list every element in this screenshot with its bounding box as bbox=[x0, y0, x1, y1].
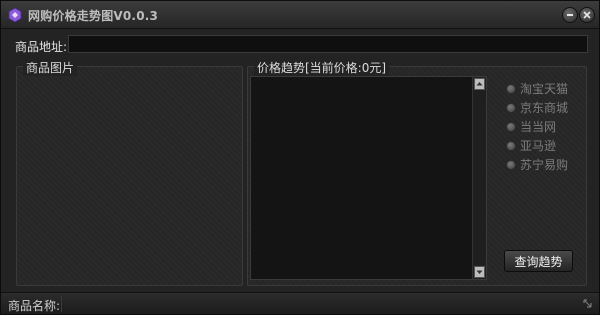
arrow-down-icon bbox=[476, 270, 483, 274]
store-label: 淘宝天猫 bbox=[520, 82, 569, 96]
store-radio-group: 淘宝天猫 京东商城 当当网 亚马逊 苏宁易购 bbox=[506, 79, 568, 174]
radio-button-icon[interactable] bbox=[506, 159, 516, 170]
arrow-up-icon bbox=[476, 82, 483, 86]
price-trend-display[interactable] bbox=[250, 76, 487, 280]
store-option-amazon[interactable]: 亚马逊 bbox=[506, 136, 568, 155]
main-window: 网购价格走势图V0.0.3 商品地址: 商品图片 价格趋势[当前价格:0元] 淘… bbox=[0, 0, 600, 315]
title-bar[interactable]: 网购价格走势图V0.0.3 bbox=[1, 1, 599, 29]
price-trend-title: 价格趋势[当前价格:0元] bbox=[254, 59, 390, 76]
store-option-suning[interactable]: 苏宁易购 bbox=[506, 155, 568, 174]
store-option-jd[interactable]: 京东商城 bbox=[506, 98, 568, 117]
product-image-panel: 商品图片 bbox=[16, 59, 243, 286]
vertical-scrollbar[interactable] bbox=[472, 77, 486, 279]
store-option-taobao[interactable]: 淘宝天猫 bbox=[506, 79, 568, 98]
resize-grip-icon[interactable] bbox=[582, 298, 593, 309]
store-label: 苏宁易购 bbox=[520, 158, 569, 172]
product-url-label: 商品地址: bbox=[15, 40, 68, 54]
close-icon bbox=[583, 11, 591, 19]
close-button[interactable] bbox=[579, 7, 595, 23]
store-label: 亚马逊 bbox=[520, 139, 557, 153]
product-image-title: 商品图片 bbox=[23, 59, 78, 76]
radio-button-icon[interactable] bbox=[506, 140, 516, 151]
store-option-dangdang[interactable]: 当当网 bbox=[506, 117, 568, 136]
status-bar: 商品名称: bbox=[1, 292, 599, 314]
store-label: 京东商城 bbox=[520, 101, 569, 115]
minimize-button[interactable] bbox=[562, 7, 578, 23]
status-divider bbox=[61, 296, 62, 312]
store-label: 当当网 bbox=[520, 120, 557, 134]
scroll-up-button[interactable] bbox=[474, 78, 485, 90]
window-title: 网购价格走势图V0.0.3 bbox=[28, 9, 159, 23]
product-url-input[interactable] bbox=[68, 35, 588, 53]
query-trend-button[interactable]: 查询趋势 bbox=[504, 250, 573, 272]
app-logo-icon bbox=[7, 7, 23, 23]
minimize-icon bbox=[567, 14, 573, 16]
radio-button-icon[interactable] bbox=[506, 83, 516, 94]
scroll-down-button[interactable] bbox=[474, 266, 485, 278]
radio-button-icon[interactable] bbox=[506, 121, 516, 132]
price-trend-panel: 价格趋势[当前价格:0元] 淘宝天猫 京东商城 当当网 亚马逊 苏宁易购 查询趋… bbox=[247, 59, 587, 286]
product-name-label: 商品名称: bbox=[8, 299, 61, 313]
radio-button-icon[interactable] bbox=[506, 102, 516, 113]
